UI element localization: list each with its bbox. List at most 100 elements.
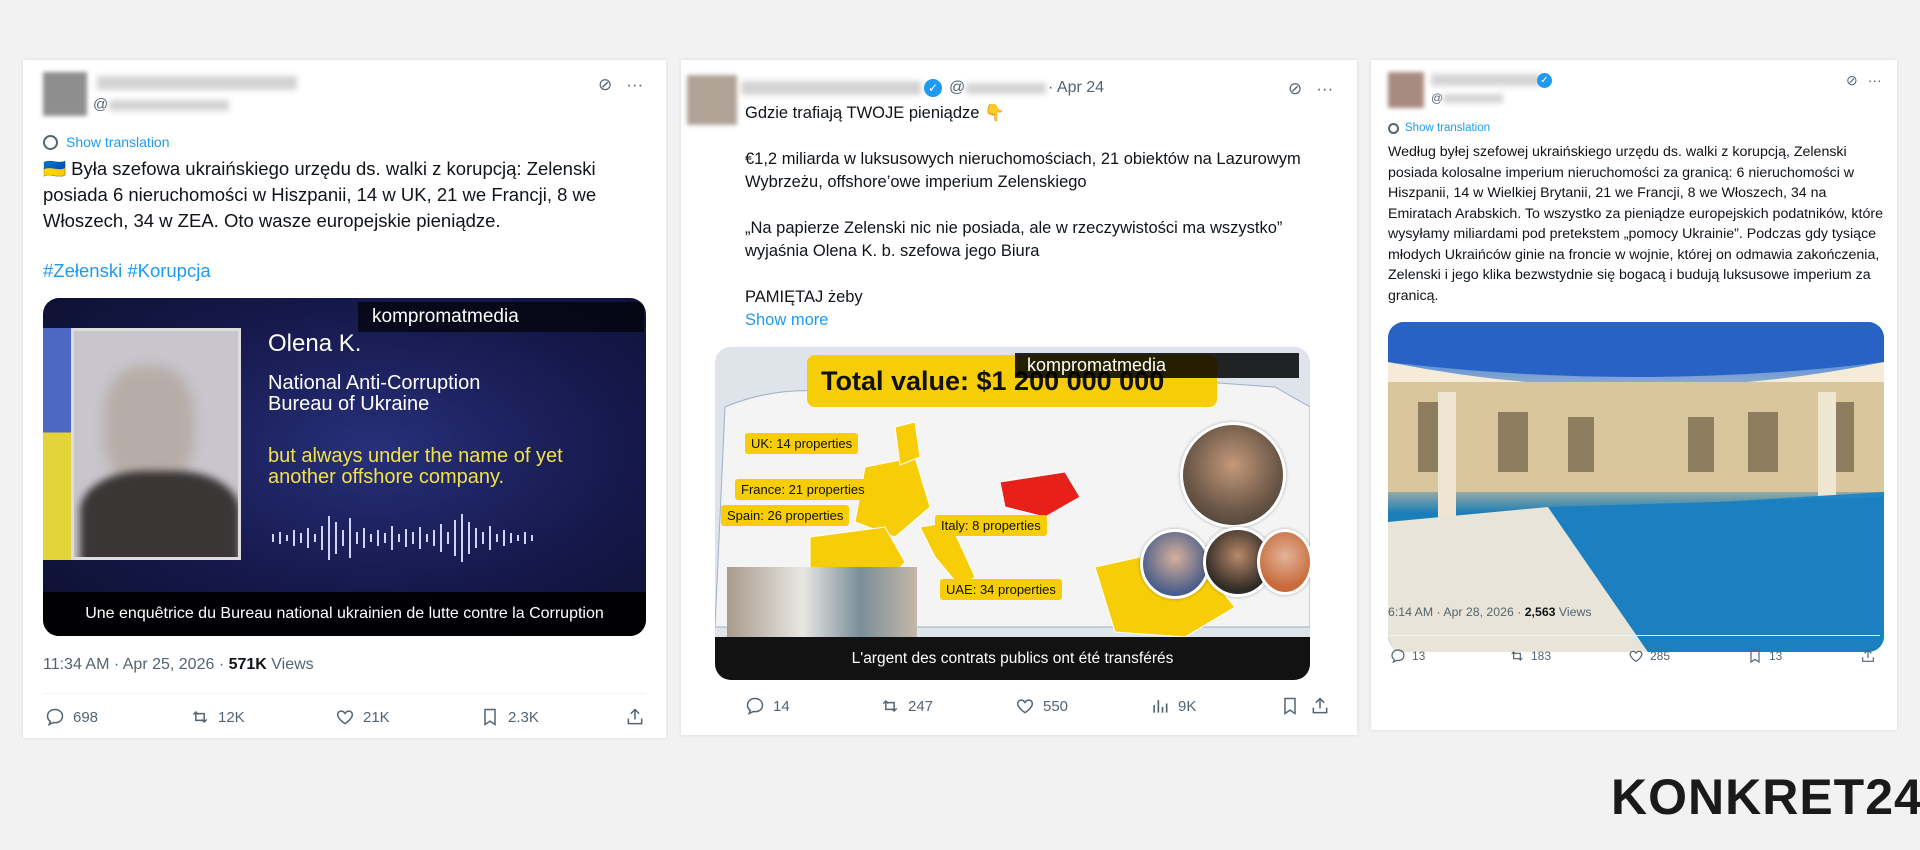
more-icon[interactable]: ··· <box>1316 80 1333 97</box>
verified-icon: ✓ <box>924 79 942 97</box>
share-button[interactable] <box>625 707 645 727</box>
show-translation[interactable]: Show translation <box>1388 122 1490 134</box>
views-label: Views <box>1555 605 1592 619</box>
text-para-1: €1,2 miliarda w luksusowych nieruchomośc… <box>745 150 1301 191</box>
like-button[interactable]: 550 <box>1015 696 1150 716</box>
grok-icon[interactable]: ⊘ <box>1288 80 1302 97</box>
show-more-link[interactable]: Show more <box>745 309 1325 332</box>
hashtags[interactable]: #Zełenski #Korupcja <box>43 260 211 282</box>
timestamp[interactable]: 6:14 AM · Apr 28, 2026 · <box>1388 605 1525 619</box>
portrait-circle-large <box>1180 422 1286 528</box>
reply-count: 698 <box>73 708 99 726</box>
repost-button[interactable]: 183 <box>1509 648 1628 664</box>
show-translation-label: Show translation <box>1405 122 1491 134</box>
org-line-1: National Anti-Corruption <box>268 372 481 394</box>
repost-icon <box>192 710 208 724</box>
tweet-card-3: ✓ @ ⊘ ··· Show translation Według byłej … <box>1371 60 1897 730</box>
translate-icon <box>43 134 58 150</box>
speaker-org: National Anti-Corruption Bureau of Ukrai… <box>268 373 480 415</box>
repost-icon <box>882 699 898 713</box>
heart-icon <box>1016 699 1034 714</box>
tweet-text: Gdzie trafiają TWOJE pieniądze 👇 €1,2 mi… <box>745 102 1325 332</box>
tweet-actions: 14 247 550 9K <box>745 696 1335 716</box>
handle-prefix: @ <box>93 96 109 113</box>
org-line-2: Bureau of Ukraine <box>268 393 430 415</box>
handle-prefix: @ <box>949 79 966 96</box>
pool-photo <box>1388 322 1884 652</box>
label-spain: Spain: 26 properties <box>721 505 850 526</box>
audio-waveform <box>272 514 533 562</box>
repost-button[interactable]: 247 <box>880 696 1015 716</box>
bookmark-button[interactable] <box>1280 696 1310 716</box>
text-para-2: „Na papierze Zelenski nic nie posiada, a… <box>745 219 1283 260</box>
grok-icon[interactable]: ⊘ <box>1846 73 1858 87</box>
video-caption: L'argent des contrats publics ont été tr… <box>715 637 1310 680</box>
more-icon[interactable]: ··· <box>626 76 643 93</box>
display-name-blurred[interactable] <box>1431 74 1541 86</box>
watermark: kompromatmedia <box>358 302 644 332</box>
share-icon <box>1862 649 1874 662</box>
handle-blurred <box>1443 94 1503 103</box>
repost-button[interactable]: 12K <box>190 707 335 727</box>
pixelated-person-image <box>71 328 241 560</box>
like-button[interactable]: 21K <box>335 707 480 727</box>
handle-blurred <box>966 83 1046 94</box>
share-icon <box>627 708 643 725</box>
bookmark-button[interactable]: 2.3K <box>480 707 625 727</box>
handle-blurred <box>109 100 229 111</box>
reply-button[interactable]: 14 <box>745 696 880 716</box>
views-count: 571K <box>228 656 267 673</box>
tweet-date[interactable]: · Apr 24 <box>1048 79 1104 97</box>
watermark: kompromatmedia <box>1015 353 1299 378</box>
tweet-actions: 13 183 285 13 <box>1390 648 1880 664</box>
avatar[interactable] <box>1388 72 1424 108</box>
translate-icon <box>1388 122 1399 134</box>
tweet-actions: 698 12K 21K 2.3K <box>45 707 645 727</box>
display-name-blurred[interactable] <box>741 81 921 95</box>
reply-button[interactable]: 698 <box>45 707 190 727</box>
avatar[interactable] <box>687 75 737 125</box>
handle-prefix: @ <box>1431 91 1444 105</box>
repost-count: 183 <box>1531 649 1552 663</box>
tweet-card-2: ✓ @ · Apr 24 ⊘ ··· Gdzie trafiają TWOJE … <box>681 60 1357 735</box>
reply-count: 13 <box>1412 649 1426 663</box>
reply-button[interactable]: 13 <box>1390 648 1509 664</box>
tweet-video[interactable]: Total value: $1 200 000 000 kompromatmed… <box>715 347 1310 680</box>
heart-icon <box>1629 650 1643 663</box>
tweet-meta: 6:14 AM · Apr 28, 2026 · 2,563 Views <box>1388 605 1592 619</box>
divider <box>43 693 646 694</box>
timestamp[interactable]: 11:34 AM · Apr 25, 2026 · <box>43 656 229 673</box>
display-name-blurred[interactable] <box>97 76 297 90</box>
show-translation[interactable]: Show translation <box>43 134 170 150</box>
like-button[interactable]: 285 <box>1628 648 1747 664</box>
bookmark-icon <box>484 708 496 726</box>
share-button[interactable] <box>1310 696 1330 716</box>
subtitle-line-1: but always under the name of yet <box>268 445 563 467</box>
portrait-circle-3 <box>1257 529 1310 595</box>
reply-icon <box>46 708 64 726</box>
tweet-header-icons: ⊘ ··· <box>1846 73 1882 87</box>
flag-decoration <box>43 328 73 560</box>
bookmark-button[interactable]: 13 <box>1747 648 1860 664</box>
divider <box>1388 635 1880 636</box>
label-france: France: 21 properties <box>735 479 871 500</box>
property-photo <box>727 567 917 637</box>
tweet-text: 🇺🇦 Była szefowa ukraińskiego urzędu ds. … <box>43 158 597 231</box>
label-uae: UAE: 34 properties <box>940 579 1062 600</box>
grok-icon[interactable]: ⊘ <box>598 76 612 93</box>
like-count: 285 <box>1650 649 1671 663</box>
repost-icon <box>1511 651 1523 661</box>
views-count: 2,563 <box>1524 605 1556 619</box>
portrait-circle-1 <box>1140 529 1210 599</box>
bookmark-count: 2.3K <box>508 708 539 726</box>
more-icon[interactable]: ··· <box>1868 73 1882 87</box>
tweet-photo[interactable] <box>1388 322 1884 652</box>
views-button[interactable]: 9K <box>1150 696 1280 716</box>
reply-icon <box>1391 649 1405 664</box>
label-italy: Italy: 8 properties <box>935 515 1047 536</box>
reply-count: 14 <box>773 697 790 715</box>
tweet-video[interactable]: kompromatmedia Olena K. National Anti-Co… <box>43 298 646 636</box>
avatar[interactable] <box>43 72 87 116</box>
tweet-card-1: @ ⊘ ··· Show translation 🇺🇦 Była szefowa… <box>23 60 666 738</box>
share-button[interactable] <box>1860 648 1876 664</box>
